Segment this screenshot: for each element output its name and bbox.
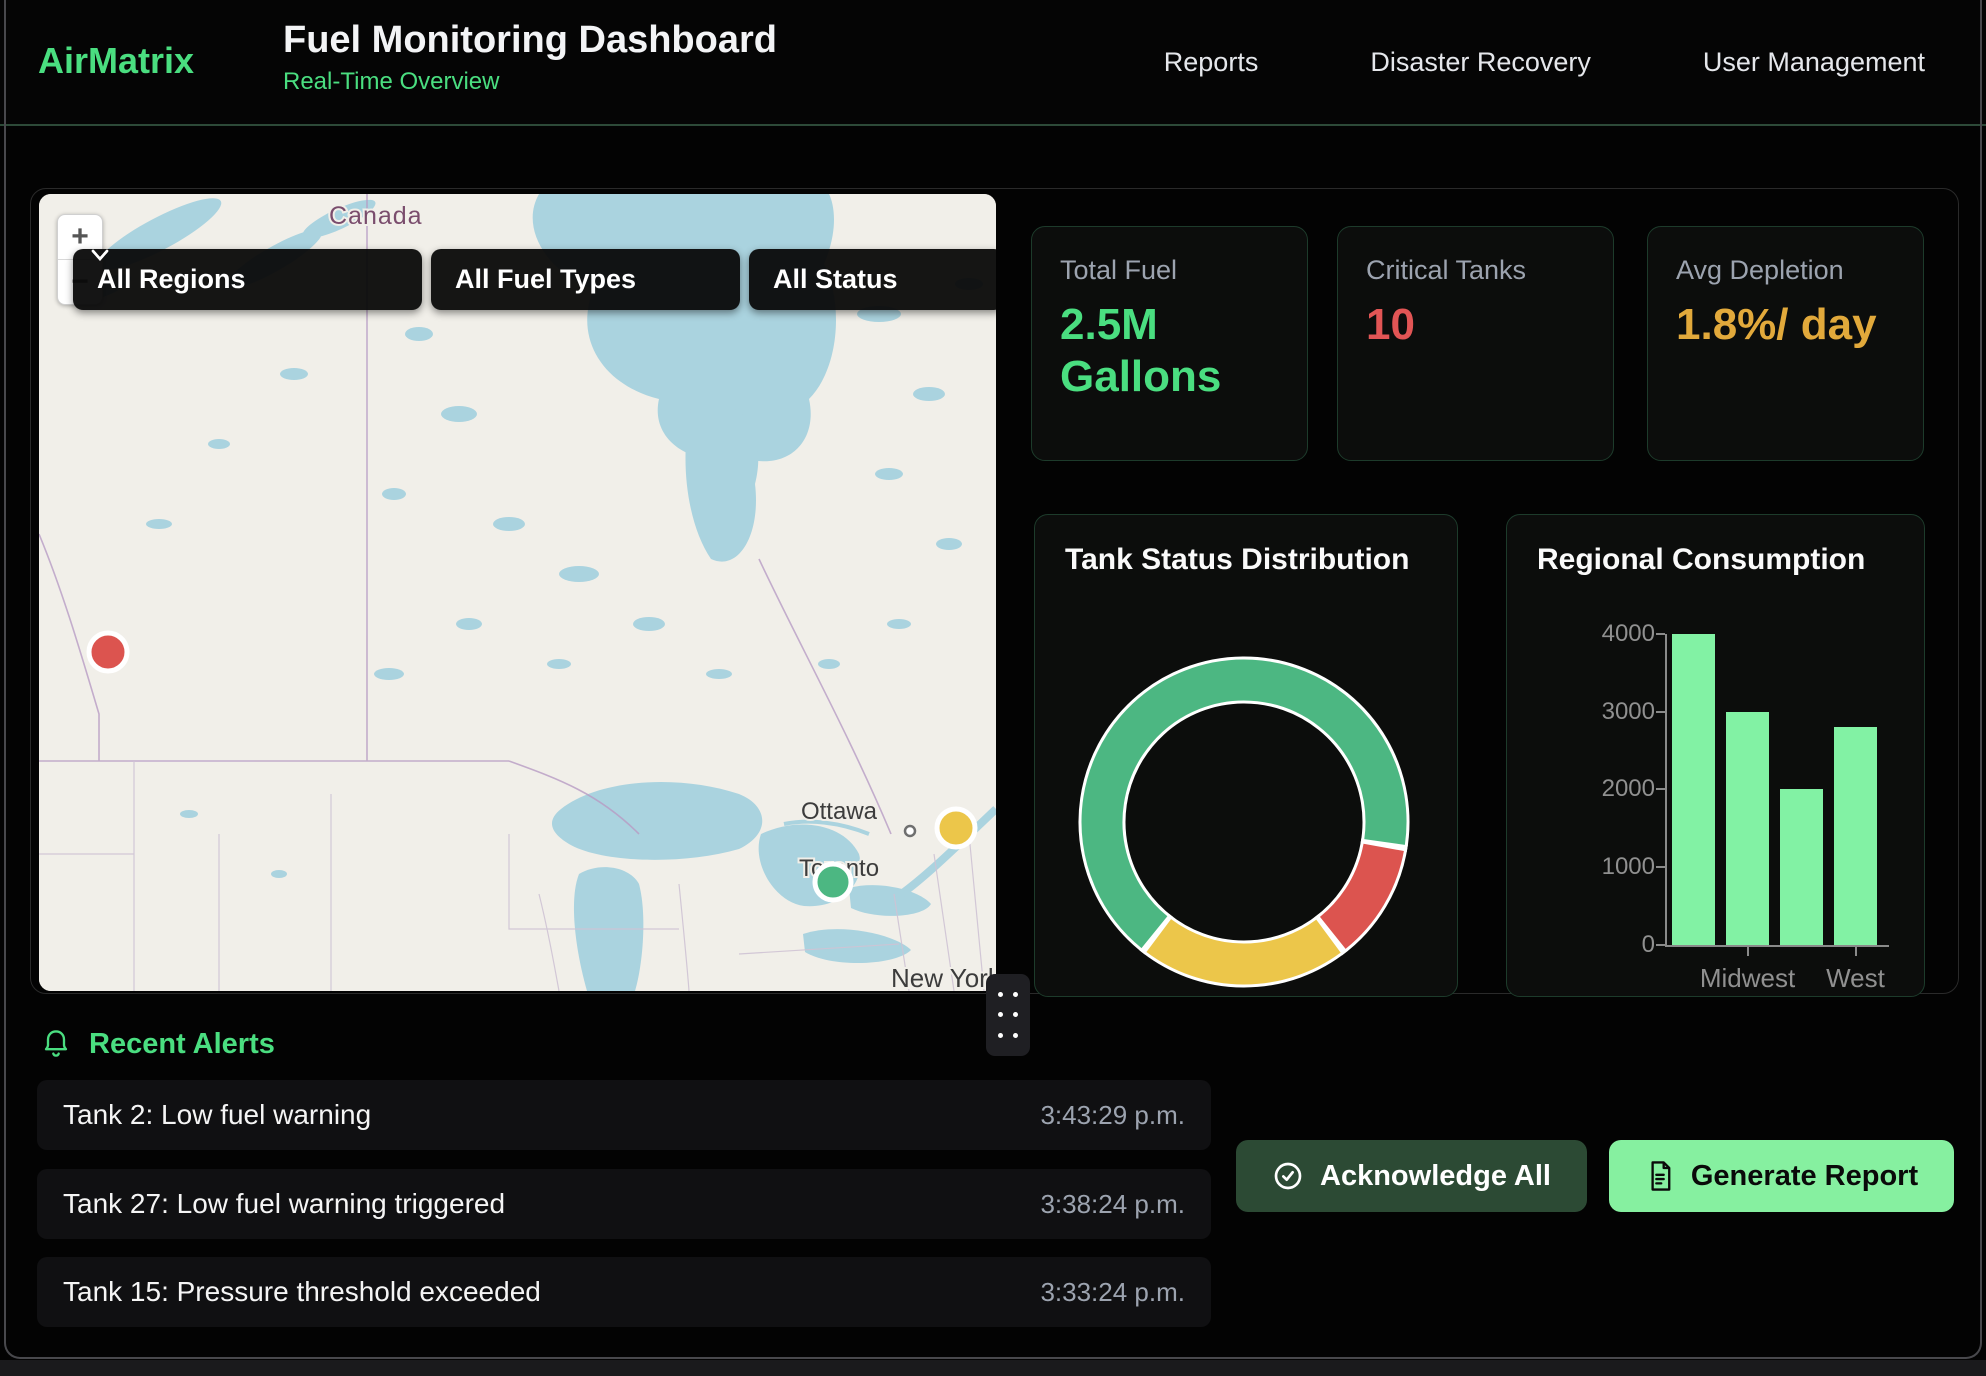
fuel-type-filter-dropdown[interactable]: All Fuel Types [431, 249, 740, 310]
main-nav: Reports Disaster Recovery User Managemen… [1164, 0, 1925, 124]
alert-row[interactable]: Tank 15: Pressure threshold exceeded 3:3… [37, 1257, 1211, 1327]
status-filter-dropdown[interactable]: All Status [749, 249, 996, 310]
stat-card-critical-tanks: Critical Tanks 10 [1337, 226, 1614, 461]
window-bottom-strip [0, 1360, 1986, 1376]
label-ottawa: Ottawa [801, 798, 878, 825]
check-circle-icon [1272, 1160, 1304, 1192]
x-label-midwest: Midwest [1687, 963, 1808, 994]
generate-report-button[interactable]: Generate Report [1609, 1140, 1954, 1212]
regional-consumption-card: Regional Consumption 4000 3000 2000 1000… [1506, 514, 1925, 997]
acknowledge-all-button[interactable]: Acknowledge All [1236, 1140, 1587, 1212]
region-filter-dropdown[interactable]: All Regions [73, 249, 422, 310]
tank-status-donut-chart [1074, 652, 1414, 992]
nav-disaster-recovery[interactable]: Disaster Recovery [1370, 47, 1591, 78]
fuel-map[interactable]: Canada Ottawa Toronto New York + − All R… [39, 194, 996, 991]
map-marker-warning[interactable] [937, 809, 975, 847]
y-tickmark [1656, 788, 1665, 790]
recent-alerts-title: Recent Alerts [89, 1028, 275, 1061]
stat-label: Avg Depletion [1676, 255, 1844, 286]
y-tick-4000: 4000 [1535, 620, 1655, 648]
label-canada: Canada [329, 202, 423, 230]
bar-midwest [1726, 712, 1769, 945]
donut-segment-warning [1159, 936, 1329, 964]
fuel-type-filter-value: All Fuel Types [455, 264, 636, 295]
stat-label: Total Fuel [1060, 255, 1177, 286]
stat-value: 1.8%/ day [1676, 299, 1886, 351]
stat-value: 10 [1366, 299, 1576, 351]
donut-chart-title: Tank Status Distribution [1065, 543, 1409, 577]
document-icon [1645, 1160, 1675, 1192]
x-tickmark [1855, 947, 1857, 956]
stat-card-avg-depletion: Avg Depletion 1.8%/ day [1647, 226, 1924, 461]
x-label-west: West [1795, 963, 1916, 994]
y-tickmark [1656, 633, 1665, 635]
y-tickmark [1656, 944, 1665, 946]
alert-row[interactable]: Tank 2: Low fuel warning 3:43:29 p.m. [37, 1080, 1211, 1150]
nav-user-management[interactable]: User Management [1703, 47, 1925, 78]
status-filter-value: All Status [773, 264, 898, 295]
chevron-down-icon [91, 249, 109, 261]
fuel-monitoring-dashboard: AirMatrix Fuel Monitoring Dashboard Real… [0, 0, 1986, 1376]
page-subtitle: Real-Time Overview [283, 68, 777, 96]
brand-logo: AirMatrix [38, 40, 194, 82]
recent-alerts-heading: Recent Alerts [41, 1028, 275, 1061]
y-tickmark [1656, 711, 1665, 713]
bell-icon [41, 1029, 71, 1061]
acknowledge-all-label: Acknowledge All [1320, 1160, 1551, 1193]
alert-message: Tank 27: Low fuel warning triggered [63, 1188, 505, 1220]
y-tickmark [1656, 866, 1665, 868]
alert-time: 3:33:24 p.m. [1040, 1277, 1185, 1308]
y-tick-0: 0 [1535, 931, 1655, 959]
alert-message: Tank 15: Pressure threshold exceeded [63, 1276, 541, 1308]
alert-message: Tank 2: Low fuel warning [63, 1099, 371, 1131]
alert-time: 3:38:24 p.m. [1040, 1189, 1185, 1220]
stat-card-total-fuel: Total Fuel 2.5M Gallons [1031, 226, 1308, 461]
region-filter-value: All Regions [97, 264, 246, 295]
map-resize-handle[interactable] [986, 974, 1030, 1056]
y-tick-2000: 2000 [1535, 775, 1655, 803]
y-tick-3000: 3000 [1535, 698, 1655, 726]
map-marker-critical[interactable] [89, 633, 127, 671]
bar-region-3 [1780, 789, 1823, 945]
map-canvas: Canada Ottawa Toronto New York [39, 194, 996, 991]
dashboard-panel: Canada Ottawa Toronto New York + − All R… [30, 188, 1959, 994]
app-header: AirMatrix Fuel Monitoring Dashboard Real… [0, 0, 1986, 126]
bar-region-1 [1672, 634, 1715, 945]
tank-status-card: Tank Status Distribution [1034, 514, 1458, 997]
generate-report-label: Generate Report [1691, 1160, 1918, 1193]
map-marker-normal[interactable] [815, 864, 851, 900]
ottawa-city-dot [905, 826, 915, 836]
bar-west [1834, 727, 1877, 945]
title-block: Fuel Monitoring Dashboard Real-Time Over… [283, 18, 777, 96]
bar-chart-title: Regional Consumption [1537, 543, 1865, 577]
label-new-york: New York [891, 963, 996, 991]
nav-reports[interactable]: Reports [1164, 47, 1259, 78]
stat-value: 2.5M Gallons [1060, 299, 1270, 403]
stat-label: Critical Tanks [1366, 255, 1526, 286]
x-tickmark [1747, 947, 1749, 956]
alert-row[interactable]: Tank 27: Low fuel warning triggered 3:38… [37, 1169, 1211, 1239]
y-axis [1665, 634, 1667, 947]
page-title: Fuel Monitoring Dashboard [283, 18, 777, 64]
y-tick-1000: 1000 [1535, 853, 1655, 881]
alert-time: 3:43:29 p.m. [1040, 1100, 1185, 1131]
map-filters: All Regions All Fuel Types All Status [73, 249, 996, 310]
